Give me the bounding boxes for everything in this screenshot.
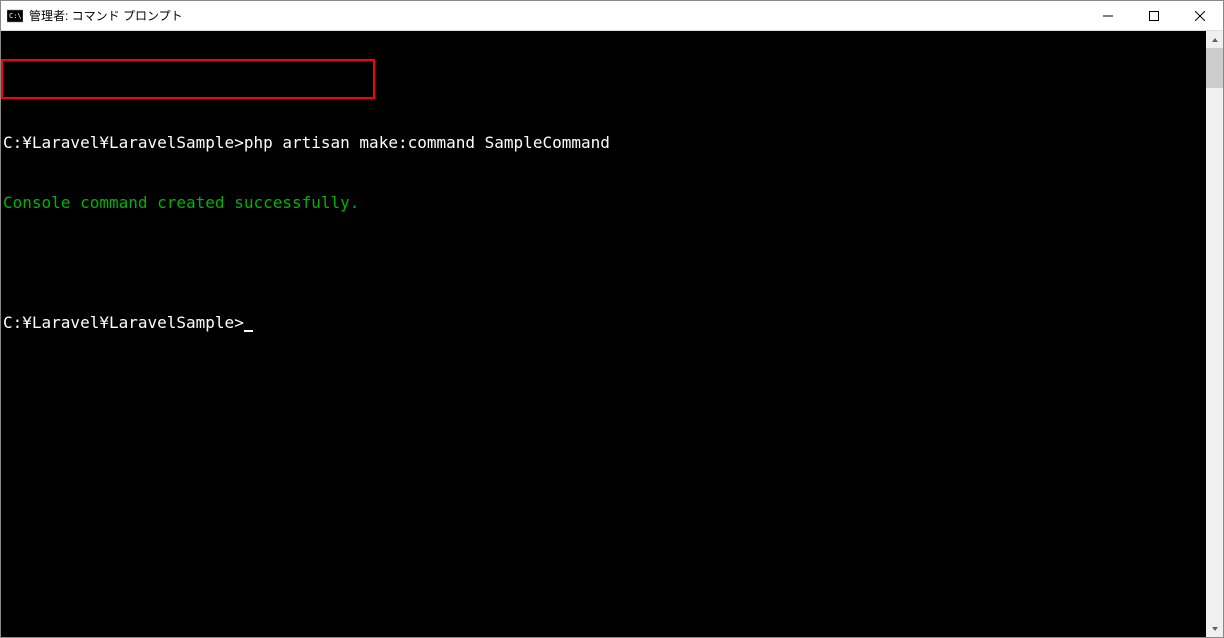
client-area: C:¥Laravel¥LaravelSample>php artisan mak… <box>1 31 1223 637</box>
minimize-button[interactable] <box>1085 1 1131 30</box>
scrollbar-track[interactable] <box>1206 48 1223 620</box>
window-controls <box>1085 1 1223 30</box>
terminal-line-3: C:¥Laravel¥LaravelSample> <box>3 313 1206 333</box>
scroll-down-button[interactable] <box>1206 620 1223 637</box>
blank-line <box>3 73 1206 93</box>
terminal-output[interactable]: C:¥Laravel¥LaravelSample>php artisan mak… <box>1 31 1206 637</box>
maximize-button[interactable] <box>1131 1 1177 30</box>
cursor <box>244 330 253 332</box>
blank-line <box>3 253 1206 273</box>
vertical-scrollbar[interactable] <box>1206 31 1223 637</box>
svg-text:C:\: C:\ <box>9 12 22 20</box>
close-button[interactable] <box>1177 1 1223 30</box>
terminal-line-1: C:¥Laravel¥LaravelSample>php artisan mak… <box>3 133 1206 153</box>
scrollbar-thumb[interactable] <box>1206 48 1223 88</box>
window-title: 管理者: コマンド プロンプト <box>29 7 1085 24</box>
prompt-2: C:¥Laravel¥LaravelSample> <box>3 313 244 332</box>
scroll-up-button[interactable] <box>1206 31 1223 48</box>
titlebar[interactable]: C:\ 管理者: コマンド プロンプト <box>1 1 1223 31</box>
success-message: Console command created successfully. <box>3 193 1206 213</box>
app-icon: C:\ <box>7 8 23 24</box>
prompt-1: C:¥Laravel¥LaravelSample> <box>3 133 244 152</box>
command-prompt-window: C:\ 管理者: コマンド プロンプト C:¥Laravel¥LaravelSa… <box>0 0 1224 638</box>
command-1: php artisan make:command SampleCommand <box>244 133 610 152</box>
